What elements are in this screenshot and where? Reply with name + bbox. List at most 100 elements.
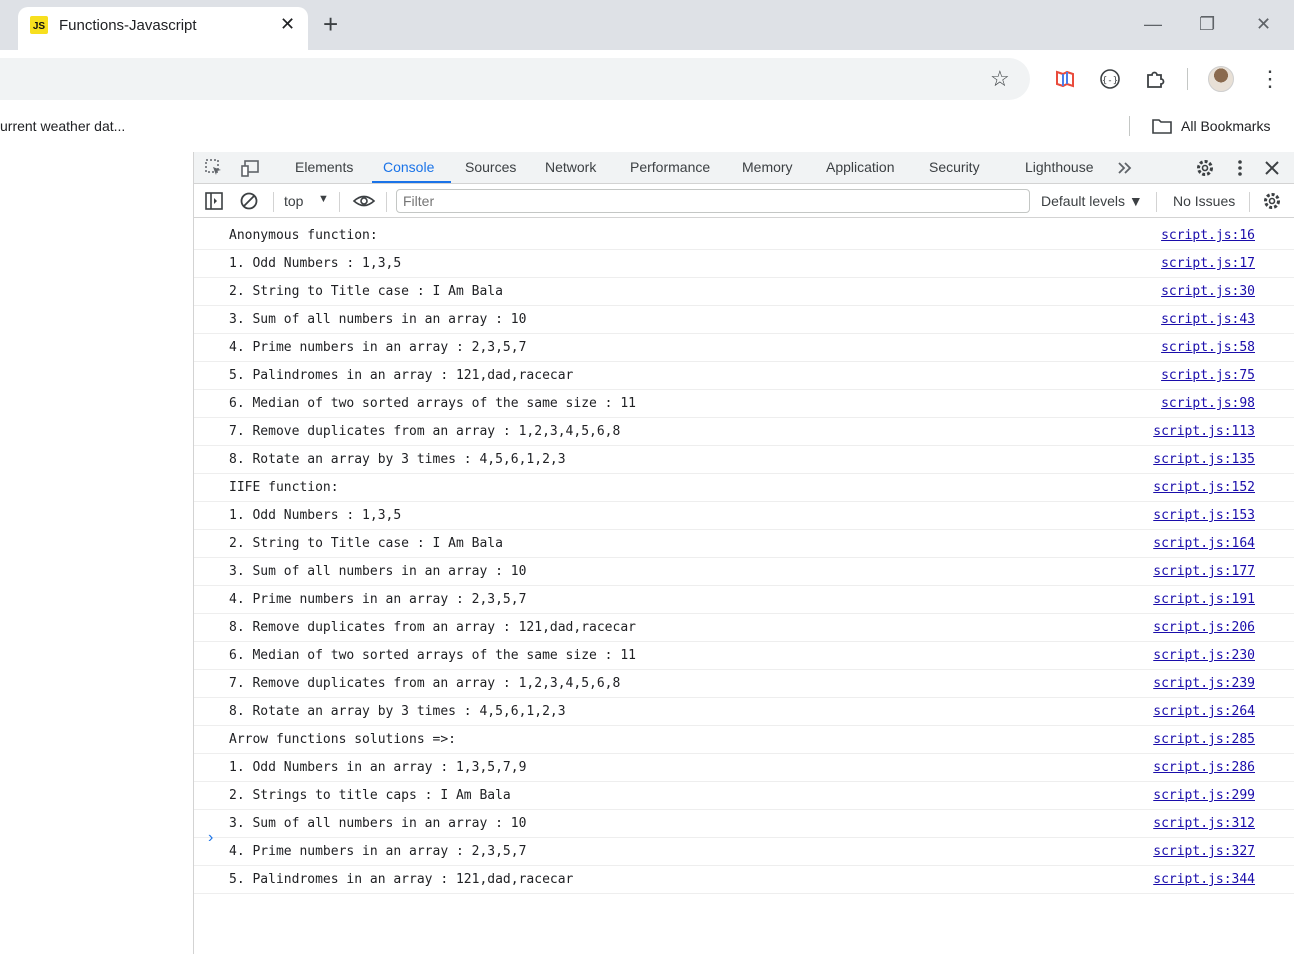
console-prompt-chevron-right-icon[interactable]: › [208,829,213,847]
console-message-text: 7. Remove duplicates from an array : 1,2… [229,424,621,439]
browser-menu-icon[interactable]: ⋮ [1259,65,1281,93]
source-link[interactable]: script.js:312 [1153,816,1255,831]
all-bookmarks-button[interactable]: All Bookmarks [1181,118,1270,134]
bookmark-item[interactable]: urrent weather dat... [0,118,125,134]
source-link[interactable]: script.js:153 [1153,508,1255,523]
toolbar-divider [1156,192,1157,212]
console-message-text: 4. Prime numbers in an array : 2,3,5,7 [229,340,527,355]
devtools-tab-bar: Elements Console Sources Network Perform… [194,152,1294,184]
extensions-puzzle-icon[interactable] [1143,67,1167,91]
console-message: 2. String to Title case : I Am Bala scrip… [194,278,1294,306]
bookmark-star-icon[interactable]: ☆ [990,67,1010,91]
tab-application[interactable]: Application [826,159,895,175]
source-link[interactable]: script.js:285 [1153,732,1255,747]
console-filter-input[interactable] [396,189,1030,213]
console-settings-gear-icon[interactable] [1262,191,1282,211]
source-link[interactable]: script.js:344 [1153,872,1255,887]
js-favicon-icon: JS [30,16,48,34]
live-expression-eye-icon[interactable] [352,191,376,211]
log-levels-dropdown[interactable]: Default levels ▼ [1041,193,1143,209]
source-link[interactable]: script.js:58 [1161,340,1255,355]
toolbar-divider [273,192,274,212]
tab-memory[interactable]: Memory [742,159,793,175]
source-link[interactable]: script.js:135 [1153,452,1255,467]
source-link[interactable]: script.js:286 [1153,760,1255,775]
source-link[interactable]: script.js:299 [1153,788,1255,803]
console-message-text: 1. Odd Numbers : 1,3,5 [229,256,402,271]
source-link[interactable]: script.js:152 [1153,480,1255,495]
settings-gear-icon[interactable] [1195,158,1215,178]
console-message-text: 2. String to Title case : I Am Bala [229,284,503,299]
new-tab-plus-icon[interactable]: + [323,11,338,37]
source-link[interactable]: script.js:191 [1153,592,1255,607]
tab-close-icon[interactable]: ✕ [280,14,295,34]
context-selector[interactable]: top [284,193,303,209]
console-toolbar: top ▼ Default levels ▼ No Issues [194,185,1294,218]
source-link[interactable]: script.js:17 [1161,256,1255,271]
source-link[interactable]: script.js:327 [1153,844,1255,859]
source-link[interactable]: script.js:75 [1161,368,1255,383]
source-link[interactable]: script.js:230 [1153,648,1255,663]
console-message: 1. Odd Numbers in an array : 1,3,5,7,9 sc… [194,754,1294,782]
console-message-text: 8. Rotate an array by 3 times : 4,5,6,1,… [229,452,566,467]
dropdown-arrow-icon: ▼ [318,193,329,205]
console-message: 5. Palindromes in an array : 121,dad,rac… [194,866,1294,894]
console-message-text: 6. Median of two sorted arrays of the sa… [229,648,636,663]
console-message: 2. String to Title case : I Am Bala scrip… [194,530,1294,558]
source-link[interactable]: script.js:16 [1161,228,1255,243]
devtools-close-icon[interactable] [1262,158,1282,178]
extension-icon[interactable] [1053,67,1077,91]
source-link[interactable]: script.js:206 [1153,620,1255,635]
minimize-icon[interactable]: — [1144,12,1162,36]
log-levels-label: Default levels [1041,193,1126,209]
tab-strip: JS Functions-Javascript ✕ + — ❐ ✕ [0,0,1294,50]
tab-elements[interactable]: Elements [295,159,353,175]
devtools-menu-icon[interactable] [1230,158,1250,178]
devtools-panel: Elements Console Sources Network Perform… [193,152,1294,954]
source-link[interactable]: script.js:98 [1161,396,1255,411]
console-message: 3. Sum of all numbers in an array : 10 sc… [194,810,1294,838]
console-message: 4. Prime numbers in an array : 2,3,5,7 sc… [194,334,1294,362]
console-message: Arrow functions solutions =>: script.js:2… [194,726,1294,754]
console-message: 6. Median of two sorted arrays of the sa… [194,390,1294,418]
toolbar-divider [339,192,340,212]
console-message-text: Arrow functions solutions =>: [229,732,456,747]
console-message: 1. Odd Numbers : 1,3,5 script.js:153 [194,502,1294,530]
console-message: 1. Odd Numbers : 1,3,5 script.js:17 [194,250,1294,278]
tab-security[interactable]: Security [929,159,980,175]
console-message-text: 2. Strings to title caps : I Am Bala [229,788,511,803]
more-tabs-double-chevron-icon[interactable] [1115,158,1135,178]
console-message: 3. Sum of all numbers in an array : 10 sc… [194,306,1294,334]
window-close-icon[interactable]: ✕ [1256,12,1271,36]
source-link[interactable]: script.js:177 [1153,564,1255,579]
active-tab-indicator [372,181,451,183]
restore-icon[interactable]: ❐ [1199,12,1215,36]
browser-tab[interactable]: JS Functions-Javascript ✕ [18,7,308,50]
tab-network[interactable]: Network [545,159,596,175]
source-link[interactable]: script.js:30 [1161,284,1255,299]
inspect-element-icon[interactable] [204,158,224,178]
profile-avatar[interactable] [1208,66,1234,92]
source-link[interactable]: script.js:43 [1161,312,1255,327]
toolbar-divider [1187,68,1188,90]
console-message: 8. Remove duplicates from an array : 121… [194,614,1294,642]
source-link[interactable]: script.js:164 [1153,536,1255,551]
clear-console-icon[interactable] [239,191,259,211]
console-message-text: 3. Sum of all numbers in an array : 10 [229,564,527,579]
address-bar[interactable] [0,58,1030,100]
source-link[interactable]: script.js:264 [1153,704,1255,719]
tab-console[interactable]: Console [383,159,434,175]
issues-counter[interactable]: No Issues [1173,193,1235,209]
console-message-text: 4. Prime numbers in an array : 2,3,5,7 [229,592,527,607]
device-toolbar-icon[interactable] [240,158,260,178]
console-message-text: 7. Remove duplicates from an array : 1,2… [229,676,621,691]
tab-lighthouse[interactable]: Lighthouse [1025,159,1094,175]
tab-performance[interactable]: Performance [630,159,710,175]
console-message: Anonymous function: script.js:16 [194,222,1294,250]
source-link[interactable]: script.js:239 [1153,676,1255,691]
extension-braces-icon[interactable]: {-} [1098,67,1122,91]
sidebar-toggle-icon[interactable] [204,191,224,211]
tab-title: Functions-Javascript [59,17,197,34]
tab-sources[interactable]: Sources [465,159,516,175]
source-link[interactable]: script.js:113 [1153,424,1255,439]
